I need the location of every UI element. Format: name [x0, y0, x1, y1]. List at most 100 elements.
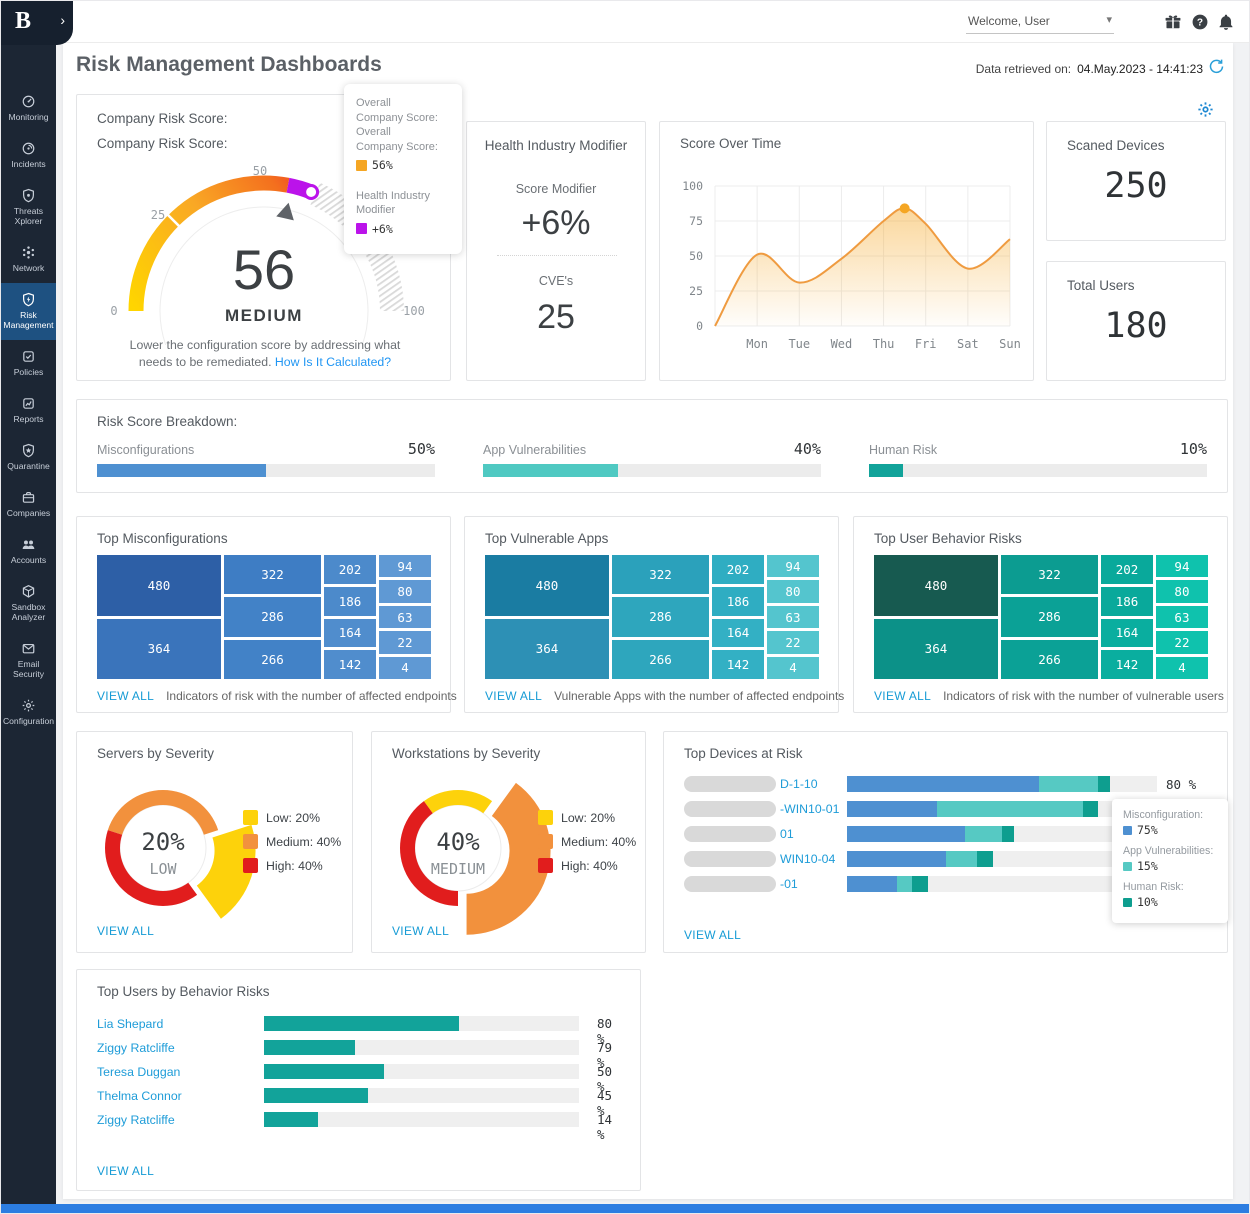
user-link[interactable]: Teresa Duggan: [97, 1065, 180, 1079]
user-risk-bar[interactable]: [264, 1016, 579, 1031]
user-risk-bar[interactable]: [264, 1112, 579, 1127]
user-risk-bar[interactable]: [264, 1040, 579, 1055]
treemap-cell[interactable]: 364: [97, 619, 221, 680]
treemap-cell[interactable]: 322: [1001, 555, 1098, 594]
treemap-cell[interactable]: 164: [1101, 619, 1153, 648]
view-all-link[interactable]: VIEW ALL: [97, 924, 154, 938]
tooltip-value: 10%: [1123, 895, 1217, 909]
treemap-cell[interactable]: 80: [379, 580, 431, 602]
sidebar-item-companies[interactable]: Companies: [1, 481, 56, 528]
treemap-cell[interactable]: 202: [1101, 555, 1153, 584]
how-calculated-link[interactable]: How Is It Calculated?: [275, 355, 391, 369]
refresh-icon[interactable]: [1208, 58, 1225, 75]
user-risk-bar[interactable]: [264, 1088, 579, 1103]
treemap-cell[interactable]: 266: [224, 640, 321, 679]
device-risk-bar[interactable]: [847, 876, 1157, 892]
treemap-cell[interactable]: 286: [1001, 597, 1098, 636]
user-row: Lia Shepard 80 %: [97, 1014, 627, 1038]
sidebar-item-policies[interactable]: Policies: [1, 340, 56, 387]
sidebar-item-configuration[interactable]: Configuration: [1, 689, 56, 736]
device-risk-bar[interactable]: [847, 826, 1157, 842]
treemap-cell[interactable]: 94: [379, 555, 431, 577]
view-all-link[interactable]: VIEW ALL: [874, 689, 931, 703]
treemap-cell[interactable]: 22: [767, 631, 819, 653]
user-link[interactable]: Ziggy Ratcliffe: [97, 1041, 175, 1055]
user-row: Thelma Connor 45 %: [97, 1086, 627, 1110]
gear-icon[interactable]: [1197, 101, 1214, 118]
gift-icon[interactable]: [1164, 13, 1182, 31]
treemap-cell[interactable]: 286: [224, 597, 321, 636]
treemap-cell[interactable]: 4: [767, 657, 819, 679]
treemap-cell[interactable]: 63: [767, 606, 819, 628]
treemap-cell[interactable]: 202: [712, 555, 764, 584]
sidebar-item-label: Risk Management: [2, 310, 55, 330]
chart-marker: [900, 203, 910, 213]
treemap-cell[interactable]: 80: [1156, 580, 1208, 602]
sidebar-item-email-security[interactable]: Email Security: [1, 632, 56, 689]
treemap-cell[interactable]: 164: [712, 619, 764, 648]
welcome-text: Welcome, User: [968, 14, 1050, 28]
treemap-cell[interactable]: 63: [1156, 606, 1208, 628]
treemap-cell[interactable]: 186: [324, 587, 376, 616]
breakdown-label: App Vulnerabilities: [483, 443, 586, 457]
sidebar-expand-chevron-icon[interactable]: ›: [60, 12, 65, 28]
treemap-cell[interactable]: 94: [767, 555, 819, 577]
treemap-cell[interactable]: 480: [97, 555, 221, 616]
device-link[interactable]: -WIN10-01: [780, 802, 839, 816]
user-link[interactable]: Ziggy Ratcliffe: [97, 1113, 175, 1127]
treemap-cell[interactable]: 286: [612, 597, 709, 636]
treemap-cell[interactable]: 322: [224, 555, 321, 594]
sidebar-item-sandbox-analyzer[interactable]: Sandbox Analyzer: [1, 575, 56, 632]
device-risk-bar[interactable]: [847, 801, 1157, 817]
view-all-link[interactable]: VIEW ALL: [485, 689, 542, 703]
treemap-cell[interactable]: 186: [712, 587, 764, 616]
treemap-cell[interactable]: 22: [1156, 631, 1208, 653]
user-risk-bar[interactable]: [264, 1064, 579, 1079]
device-link[interactable]: D-1-10: [780, 777, 818, 791]
sidebar-item-incidents[interactable]: Incidents: [1, 132, 56, 179]
user-menu[interactable]: Welcome, User ▾: [966, 10, 1114, 34]
treemap-cell[interactable]: 480: [874, 555, 998, 616]
treemap-cell[interactable]: 142: [712, 650, 764, 679]
view-all-link[interactable]: VIEW ALL: [684, 928, 741, 942]
user-link[interactable]: Lia Shepard: [97, 1017, 163, 1031]
treemap-cell[interactable]: 364: [485, 619, 609, 680]
bell-icon[interactable]: [1217, 13, 1235, 31]
treemap-cell[interactable]: 480: [485, 555, 609, 616]
sidebar-item-reports[interactable]: Reports: [1, 387, 56, 434]
treemap-cell[interactable]: 22: [379, 631, 431, 653]
tooltip-value: 15%: [1123, 859, 1217, 873]
sidebar-item-accounts[interactable]: Accounts: [1, 528, 56, 575]
sidebar-item-risk-management[interactable]: Risk Management: [1, 283, 56, 340]
device-link[interactable]: 01: [780, 827, 794, 841]
treemap-cell[interactable]: 364: [874, 619, 998, 680]
treemap-cell[interactable]: 94: [1156, 555, 1208, 577]
view-all-link[interactable]: VIEW ALL: [392, 924, 449, 938]
sidebar-item-monitoring[interactable]: Monitoring: [1, 85, 56, 132]
treemap-cell[interactable]: 266: [612, 640, 709, 679]
device-risk-bar[interactable]: [847, 776, 1157, 792]
breakdown-bar: [869, 464, 1207, 477]
treemap-cell[interactable]: 80: [767, 580, 819, 602]
treemap-cell[interactable]: 322: [612, 555, 709, 594]
treemap-cell[interactable]: 202: [324, 555, 376, 584]
treemap-cell[interactable]: 142: [1101, 650, 1153, 679]
treemap-cell[interactable]: 4: [1156, 657, 1208, 679]
treemap-cell[interactable]: 142: [324, 650, 376, 679]
user-row: Teresa Duggan 50 %: [97, 1062, 627, 1086]
treemap-cell[interactable]: 164: [324, 619, 376, 648]
sidebar-item-threats-xplorer[interactable]: Threats Xplorer: [1, 179, 56, 236]
device-risk-bar[interactable]: [847, 851, 1157, 867]
device-link[interactable]: -01: [780, 877, 798, 891]
user-link[interactable]: Thelma Connor: [97, 1089, 182, 1103]
treemap-cell[interactable]: 63: [379, 606, 431, 628]
sidebar-item-network[interactable]: Network: [1, 236, 56, 283]
help-icon[interactable]: ?: [1191, 13, 1209, 31]
view-all-link[interactable]: VIEW ALL: [97, 1164, 154, 1178]
treemap-cell[interactable]: 186: [1101, 587, 1153, 616]
device-link[interactable]: WIN10-04: [780, 852, 835, 866]
view-all-link[interactable]: VIEW ALL: [97, 689, 154, 703]
sidebar-item-quarantine[interactable]: Quarantine: [1, 434, 56, 481]
treemap-cell[interactable]: 266: [1001, 640, 1098, 679]
treemap-cell[interactable]: 4: [379, 657, 431, 679]
